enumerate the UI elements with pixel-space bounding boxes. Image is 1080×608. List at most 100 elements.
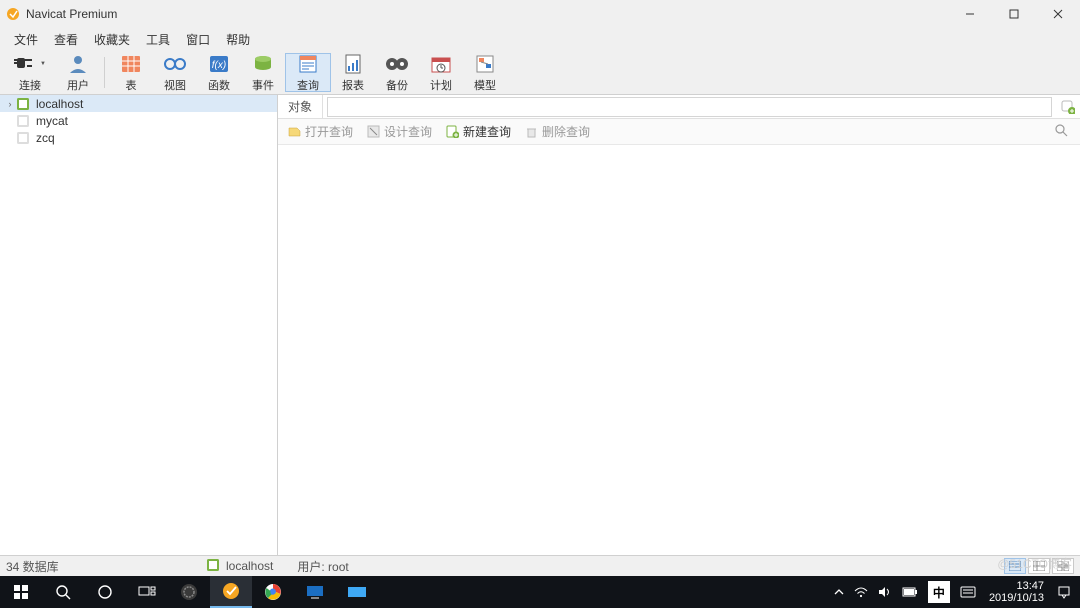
delete-query-button[interactable]: 删除查询 bbox=[525, 123, 590, 140]
tray-notifications-icon[interactable] bbox=[1052, 576, 1076, 608]
menu-4[interactable]: 窗口 bbox=[178, 28, 218, 51]
connection-icon bbox=[16, 131, 32, 145]
minimize-button[interactable] bbox=[948, 0, 992, 27]
connection-icon bbox=[16, 97, 32, 111]
report-icon bbox=[341, 52, 365, 76]
taskbar-app-1[interactable] bbox=[168, 576, 210, 608]
toolbar-view-button[interactable]: 视图 bbox=[153, 53, 197, 92]
navicat-app-icon bbox=[6, 7, 20, 21]
new-query-label: 新建查询 bbox=[463, 123, 511, 140]
toolbar-connect-button[interactable]: ▼连接 bbox=[4, 53, 56, 92]
taskbar-app-2[interactable] bbox=[294, 576, 336, 608]
statusbar: 34 数据库 localhost 用户: root bbox=[0, 555, 1080, 576]
toolbar-table-button[interactable]: 表 bbox=[109, 53, 153, 92]
open-query-button[interactable]: 打开查询 bbox=[288, 123, 353, 140]
close-button[interactable] bbox=[1036, 0, 1080, 27]
toolbar-query-button[interactable]: 查询 bbox=[285, 53, 331, 92]
status-user: 用户: root bbox=[297, 558, 348, 575]
menubar: 文件查看收藏夹工具窗口帮助 bbox=[0, 27, 1080, 51]
connection-name: zcq bbox=[36, 131, 55, 145]
object-tab[interactable]: 对象 bbox=[278, 95, 323, 118]
toolbar-event-label: 事件 bbox=[252, 77, 274, 93]
query-sub-toolbar: 打开查询 设计查询 新建查询 删除查询 bbox=[278, 119, 1080, 145]
object-bar-add-icon[interactable] bbox=[1056, 100, 1080, 114]
view-list-button[interactable] bbox=[1004, 558, 1026, 574]
menu-0[interactable]: 文件 bbox=[6, 28, 46, 51]
tray-time: 13:47 bbox=[989, 580, 1044, 592]
open-query-icon bbox=[288, 125, 301, 138]
tray-volume-icon[interactable] bbox=[873, 576, 897, 608]
toolbar-model-button[interactable]: 模型 bbox=[463, 53, 507, 92]
connections-sidebar[interactable]: ›localhost mycat zcq bbox=[0, 95, 278, 555]
maximize-button[interactable] bbox=[992, 0, 1036, 27]
view-grid-button[interactable] bbox=[1052, 558, 1074, 574]
tray-battery-icon[interactable] bbox=[897, 576, 923, 608]
table-icon bbox=[119, 52, 143, 76]
toolbar-query-label: 查询 bbox=[297, 77, 319, 93]
tray-keyboard-icon[interactable] bbox=[955, 576, 981, 608]
svg-text:f(x): f(x) bbox=[212, 60, 226, 71]
toolbar-report-button[interactable]: 报表 bbox=[331, 53, 375, 92]
taskbar-navicat[interactable] bbox=[210, 576, 252, 608]
toolbar-connect-label: 连接 bbox=[19, 77, 41, 93]
windows-taskbar: 中 13:47 2019/10/13 bbox=[0, 576, 1080, 608]
toolbar-report-label: 报表 bbox=[342, 77, 364, 93]
menu-3[interactable]: 工具 bbox=[138, 28, 178, 51]
event-icon bbox=[251, 52, 275, 76]
system-tray: 中 13:47 2019/10/13 bbox=[829, 576, 1080, 608]
status-db-count: 34 数据库 bbox=[6, 558, 206, 575]
connection-mycat[interactable]: mycat bbox=[0, 112, 277, 129]
toolbar-event-button[interactable]: 事件 bbox=[241, 53, 285, 92]
chevron-right-icon: › bbox=[4, 99, 16, 109]
toolbar-separator bbox=[104, 57, 105, 88]
view-icon bbox=[163, 52, 187, 76]
start-button[interactable] bbox=[0, 576, 42, 608]
content-area bbox=[278, 145, 1080, 555]
status-connection: localhost bbox=[226, 559, 273, 573]
connection-localhost[interactable]: ›localhost bbox=[0, 95, 277, 112]
connection-name: mycat bbox=[36, 114, 68, 128]
object-filter-input[interactable] bbox=[327, 97, 1052, 117]
tray-chevron-up-icon[interactable] bbox=[829, 576, 849, 608]
toolbar-backup-label: 备份 bbox=[386, 77, 408, 93]
connection-zcq[interactable]: zcq bbox=[0, 129, 277, 146]
search-icon[interactable] bbox=[1054, 123, 1070, 140]
toolbar-function-button[interactable]: f(x) 函数 bbox=[197, 53, 241, 92]
right-panel: 对象 打开查询 设计查询 新建查询 删除查询 bbox=[278, 95, 1080, 555]
toolbar-table-label: 表 bbox=[125, 77, 136, 93]
search-button[interactable] bbox=[42, 576, 84, 608]
toolbar-schedule-button[interactable]: 计划 bbox=[419, 53, 463, 92]
menu-2[interactable]: 收藏夹 bbox=[86, 28, 138, 51]
task-view-button[interactable] bbox=[126, 576, 168, 608]
menu-5[interactable]: 帮助 bbox=[218, 28, 258, 51]
open-query-label: 打开查询 bbox=[305, 123, 353, 140]
fx-icon: f(x) bbox=[207, 52, 231, 76]
menu-1[interactable]: 查看 bbox=[46, 28, 86, 51]
taskbar-chrome[interactable] bbox=[252, 576, 294, 608]
taskbar-app-3[interactable] bbox=[336, 576, 378, 608]
main-area: ›localhost mycat zcq 对象 打开查询 设计查询 新建查询 bbox=[0, 95, 1080, 555]
window-titlebar: Navicat Premium bbox=[0, 0, 1080, 27]
toolbar-user-label: 用户 bbox=[67, 77, 89, 93]
window-title: Navicat Premium bbox=[26, 7, 948, 21]
toolbar-user-button[interactable]: 用户 bbox=[56, 53, 100, 92]
backup-icon bbox=[385, 52, 409, 76]
design-query-button[interactable]: 设计查询 bbox=[367, 123, 432, 140]
plug-icon bbox=[14, 52, 38, 76]
user-icon bbox=[66, 52, 90, 76]
cortana-button[interactable] bbox=[84, 576, 126, 608]
schedule-icon bbox=[429, 52, 453, 76]
toolbar-backup-button[interactable]: 备份 bbox=[375, 53, 419, 92]
tray-wifi-icon[interactable] bbox=[849, 576, 873, 608]
connection-icon bbox=[16, 114, 32, 128]
object-bar: 对象 bbox=[278, 95, 1080, 119]
status-connection-icon bbox=[206, 558, 220, 575]
toolbar-function-label: 函数 bbox=[208, 77, 230, 93]
tray-date: 2019/10/13 bbox=[989, 592, 1044, 604]
tray-ime-button[interactable]: 中 bbox=[923, 576, 955, 608]
view-detail-button[interactable] bbox=[1028, 558, 1050, 574]
new-query-button[interactable]: 新建查询 bbox=[446, 123, 511, 140]
query-icon bbox=[296, 52, 320, 76]
view-mode-switch bbox=[1004, 558, 1074, 574]
tray-clock[interactable]: 13:47 2019/10/13 bbox=[981, 580, 1052, 604]
